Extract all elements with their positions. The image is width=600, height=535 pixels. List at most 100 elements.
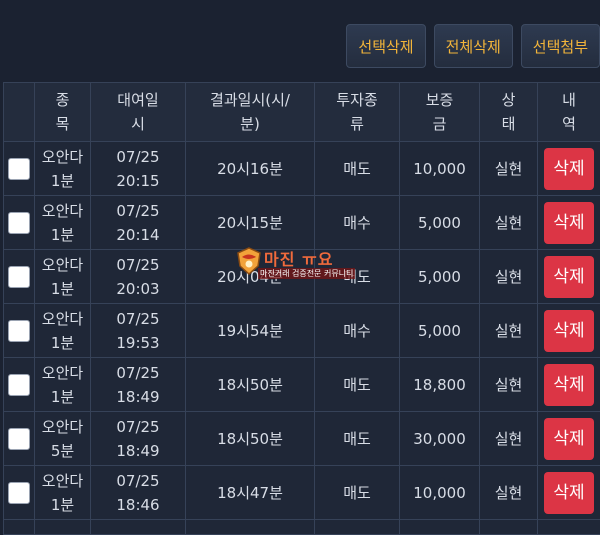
row-checkbox[interactable] xyxy=(8,428,30,450)
table-row: 오안다1분 07/2520:15 20시16분 매도 10,000 실현 삭제 xyxy=(4,142,600,196)
deposit-amount: 5,000 xyxy=(400,304,480,358)
delete-button[interactable]: 삭제 xyxy=(544,310,594,352)
item-name: 오안다 xyxy=(35,361,90,385)
date-cell: 07/2519:53 xyxy=(91,304,186,358)
item-name: 오안다 xyxy=(35,307,90,331)
item-period: 1분 xyxy=(35,169,90,193)
item-cell: 오안다1분 xyxy=(35,466,91,520)
select-cell xyxy=(4,520,35,535)
result-time: 20시16분 xyxy=(186,142,315,196)
rent-date: 07/25 xyxy=(91,253,185,277)
header-text: 분) xyxy=(186,112,314,136)
header-text: 류 xyxy=(315,112,399,136)
delete-button[interactable]: 삭제 xyxy=(544,256,594,298)
delete-button[interactable]: 삭제 xyxy=(544,202,594,244)
type-column-header: 투자종 류 xyxy=(315,83,400,142)
attach-selected-button[interactable]: 선택첨부 xyxy=(521,24,600,68)
item-cell: 오안다1분 xyxy=(35,250,91,304)
header-text: 목 xyxy=(35,112,90,136)
select-cell xyxy=(4,250,35,304)
header-text: 보증 xyxy=(400,88,479,112)
select-cell xyxy=(4,196,35,250)
rent-date: 07/25 xyxy=(91,361,185,385)
rent-date: 07/25 xyxy=(91,415,185,439)
trade-type: 매도 xyxy=(315,250,400,304)
action-cell: 삭제 xyxy=(538,196,600,250)
deposit-amount: 10,000 xyxy=(400,466,480,520)
result-time: 19시54분 xyxy=(186,304,315,358)
table-row: 오안다5분 07/2518:49 18시50분 매도 30,000 실현 삭제 xyxy=(4,412,600,466)
select-cell xyxy=(4,304,35,358)
item-period: 1분 xyxy=(35,385,90,409)
item-column-header: 종 목 xyxy=(35,83,91,142)
header-text: 투자종 xyxy=(315,88,399,112)
action-cell: 삭제 xyxy=(538,358,600,412)
deposit-amount: 18,800 xyxy=(400,358,480,412)
item-period: 1분 xyxy=(35,331,90,355)
select-cell xyxy=(4,358,35,412)
table-header-row: 종 목 대여일 시 결과일시(시/ 분) 투자종 류 보증 금 상 태 xyxy=(4,83,600,142)
status-text: 실현 xyxy=(480,142,538,196)
result-time: 18시47분 xyxy=(186,466,315,520)
header-text: 역 xyxy=(538,112,600,136)
rent-time-column-header: 대여일 시 xyxy=(91,83,186,142)
item-period: 1분 xyxy=(35,493,90,517)
select-column-header xyxy=(4,83,35,142)
row-checkbox[interactable] xyxy=(8,320,30,342)
trade-type: 매수 xyxy=(315,304,400,358)
deposit-cell xyxy=(400,520,480,535)
delete-button[interactable]: 삭제 xyxy=(544,418,594,460)
date-cell: 07/2518:46 xyxy=(91,466,186,520)
header-text: 시 xyxy=(91,112,185,136)
header-text: 대여일 xyxy=(91,88,185,112)
status-column-header: 상 태 xyxy=(480,83,538,142)
table-row: 오안다1분 07/2518:49 18시50분 매도 18,800 실현 삭제 xyxy=(4,358,600,412)
rent-time: 20:15 xyxy=(91,169,185,193)
delete-button[interactable]: 삭제 xyxy=(544,364,594,406)
item-cell: 오안다1분 xyxy=(35,142,91,196)
type-cell xyxy=(315,520,400,535)
delete-selected-button[interactable]: 선택삭제 xyxy=(346,24,425,68)
status-text: 실현 xyxy=(480,466,538,520)
row-checkbox[interactable] xyxy=(8,482,30,504)
row-checkbox[interactable] xyxy=(8,212,30,234)
trade-type: 매수 xyxy=(315,196,400,250)
table-row xyxy=(4,520,600,535)
table-row: 오안다1분 07/2518:46 18시47분 매도 10,000 실현 삭제 xyxy=(4,466,600,520)
trade-type: 매도 xyxy=(315,358,400,412)
item-name: 오안다 xyxy=(35,145,90,169)
rent-time: 18:49 xyxy=(91,439,185,463)
row-checkbox[interactable] xyxy=(8,266,30,288)
date-cell: 07/2520:03 xyxy=(91,250,186,304)
select-cell xyxy=(4,142,35,196)
action-cell: 삭제 xyxy=(538,466,600,520)
select-cell xyxy=(4,466,35,520)
status-text: 실현 xyxy=(480,412,538,466)
toolbar: 선택삭제 전체삭제 선택첨부 xyxy=(346,24,600,70)
row-checkbox[interactable] xyxy=(8,158,30,180)
result-time: 20시15분 xyxy=(186,196,315,250)
delete-button[interactable]: 삭제 xyxy=(544,472,594,514)
action-cell: 삭제 xyxy=(538,304,600,358)
table-row: 오안다1분 07/2520:03 20시04분 매도 5,000 실현 삭제 xyxy=(4,250,600,304)
header-text: 태 xyxy=(480,112,537,136)
detail-column-header: 내 역 xyxy=(538,83,600,142)
trade-type: 매도 xyxy=(315,142,400,196)
trade-history-table: 종 목 대여일 시 결과일시(시/ 분) 투자종 류 보증 금 상 태 xyxy=(3,82,600,535)
deposit-amount: 30,000 xyxy=(400,412,480,466)
item-name: 오안다 xyxy=(35,415,90,439)
action-cell: 삭제 xyxy=(538,412,600,466)
select-cell xyxy=(4,412,35,466)
result-time: 18시50분 xyxy=(186,412,315,466)
date-cell: 07/2520:14 xyxy=(91,196,186,250)
table-row: 오안다1분 07/2519:53 19시54분 매수 5,000 실현 삭제 xyxy=(4,304,600,358)
row-checkbox[interactable] xyxy=(8,374,30,396)
date-cell: 07/2518:49 xyxy=(91,412,186,466)
trade-type: 매도 xyxy=(315,466,400,520)
delete-all-button[interactable]: 전체삭제 xyxy=(434,24,513,68)
rent-time: 18:46 xyxy=(91,493,185,517)
header-text: 금 xyxy=(400,112,479,136)
item-cell: 오안다5분 xyxy=(35,412,91,466)
delete-button[interactable]: 삭제 xyxy=(544,148,594,190)
rent-date: 07/25 xyxy=(91,145,185,169)
